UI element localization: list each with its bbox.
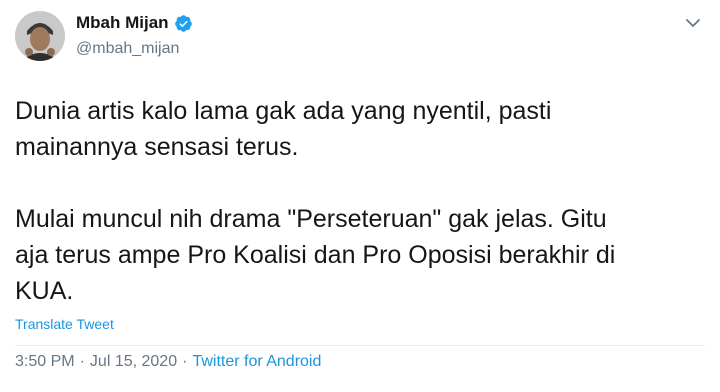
tweet-meta: 3:50 PM · Jul 15, 2020 · Twitter for And… xyxy=(15,353,321,371)
avatar[interactable] xyxy=(15,11,65,61)
divider xyxy=(15,345,705,346)
chevron-down-icon[interactable] xyxy=(684,14,702,32)
tweet-text: Dunia artis kalo lama gak ada yang nyent… xyxy=(15,97,616,305)
translate-tweet-link[interactable]: Translate Tweet xyxy=(15,316,114,332)
author-display-name[interactable]: Mbah Mijan xyxy=(76,13,169,33)
author-handle[interactable]: @mbah_mijan xyxy=(76,40,179,58)
meta-separator: · xyxy=(79,353,85,370)
tweet-time[interactable]: 3:50 PM xyxy=(15,353,75,371)
tweet-source-link[interactable]: Twitter for Android xyxy=(192,353,321,371)
author-name-row: Mbah Mijan xyxy=(76,13,193,33)
avatar-image xyxy=(15,11,65,61)
tweet-date[interactable]: Jul 15, 2020 xyxy=(90,353,177,371)
verified-badge-icon xyxy=(174,14,192,32)
meta-separator: · xyxy=(182,353,188,370)
